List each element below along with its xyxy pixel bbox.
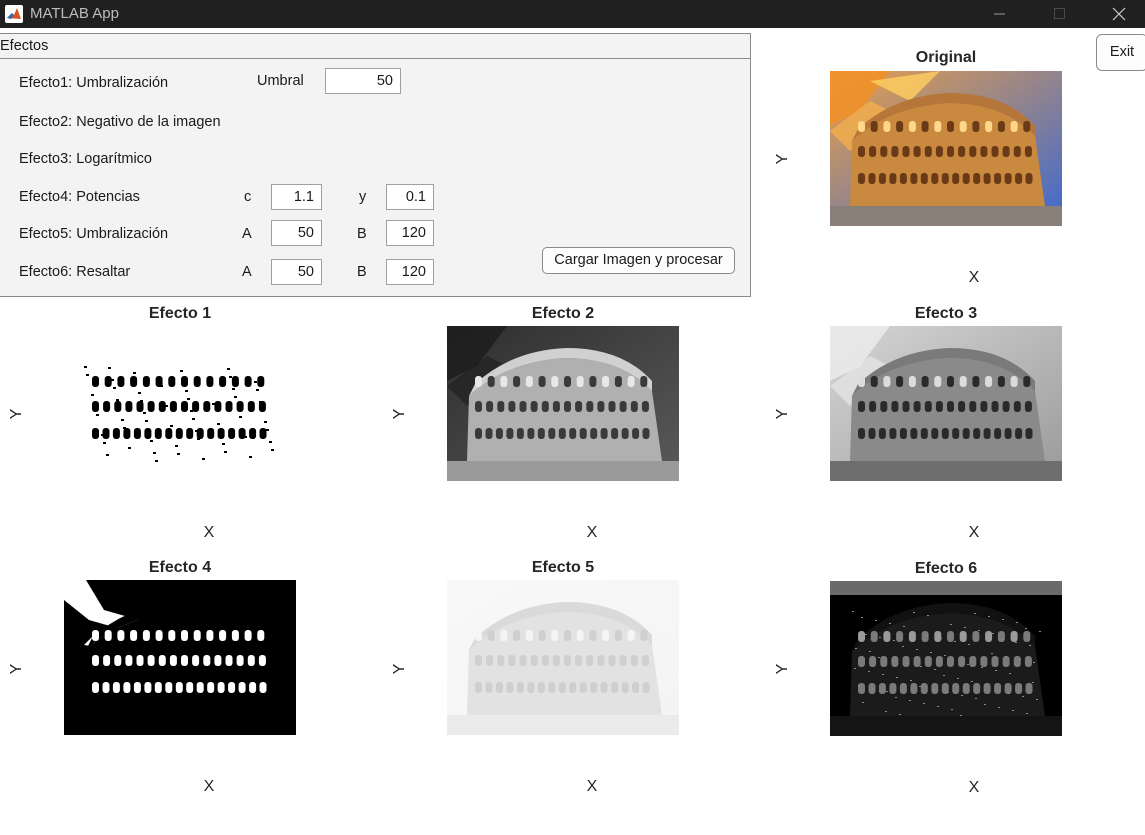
effects-panel: Efectos Efecto1: Umbralización Umbral 50…: [0, 33, 751, 297]
effect4-y-field[interactable]: 0.1: [386, 184, 434, 210]
efecto1-ylabel: Y: [8, 408, 25, 420]
maximize-button[interactable]: [1037, 0, 1083, 28]
efecto6-ylabel: Y: [774, 663, 791, 675]
effect5-label: Efecto5: Umbralización: [19, 226, 169, 242]
window-titlebar: MATLAB App: [0, 0, 1145, 28]
efecto2-image: [447, 326, 679, 481]
effect6-b-field[interactable]: 120: [386, 259, 434, 285]
load-process-button[interactable]: Cargar Imagen y procesar: [542, 247, 735, 274]
matlab-logo-icon: [5, 5, 23, 23]
efecto3-xlabel: X: [968, 524, 980, 541]
effect4-label: Efecto4: Potencias: [19, 189, 140, 205]
effect4-c-label: c: [244, 189, 252, 205]
panel-divider: [0, 58, 750, 59]
effect5-b-field[interactable]: 120: [386, 220, 434, 246]
minimize-icon: [994, 13, 1005, 15]
effect4-y-label: y: [359, 189, 367, 205]
efecto5-ylabel: Y: [391, 663, 408, 675]
effect5-a-label: A: [242, 226, 252, 242]
effect6-a-label: A: [242, 264, 252, 280]
efecto2-ylabel: Y: [391, 408, 408, 420]
window-title: MATLAB App: [30, 5, 119, 22]
efecto4-title: Efecto 4: [148, 559, 212, 576]
efecto5-image: [447, 580, 679, 735]
efecto6-title: Efecto 6: [914, 560, 978, 577]
efecto3-title: Efecto 3: [914, 305, 978, 322]
effect5-a-field[interactable]: 50: [271, 220, 322, 246]
original-ylabel: Y: [774, 153, 791, 165]
effect5-b-label: B: [357, 226, 367, 242]
close-button[interactable]: [1096, 0, 1142, 28]
umbral-field[interactable]: 50: [325, 68, 401, 94]
original-title: Original: [915, 49, 977, 66]
umbral-label: Umbral: [257, 73, 304, 89]
maximize-icon: [1054, 8, 1065, 19]
efecto2-xlabel: X: [586, 524, 598, 541]
efecto5-xlabel: X: [586, 778, 598, 795]
effect6-a-field[interactable]: 50: [271, 259, 322, 285]
efecto1-image: [64, 326, 296, 481]
efecto3-ylabel: Y: [774, 408, 791, 420]
effect6-b-label: B: [357, 264, 367, 280]
efecto1-title: Efecto 1: [148, 305, 212, 322]
effect3-label: Efecto3: Logarítmico: [19, 151, 152, 167]
close-icon: [1112, 7, 1126, 21]
original-xlabel: X: [968, 269, 980, 286]
effect6-label: Efecto6: Resaltar: [19, 264, 131, 280]
effect4-c-field[interactable]: 1.1: [271, 184, 322, 210]
exit-button[interactable]: Exit: [1096, 34, 1145, 71]
efecto4-image: [64, 580, 296, 735]
efecto3-image: [830, 326, 1062, 481]
effect2-label: Efecto2: Negativo de la imagen: [19, 114, 221, 130]
efecto5-title: Efecto 5: [531, 559, 595, 576]
efecto4-ylabel: Y: [8, 663, 25, 675]
efecto4-xlabel: X: [203, 778, 215, 795]
efecto1-xlabel: X: [203, 524, 215, 541]
panel-title: Efectos: [0, 38, 49, 54]
original-image: [830, 71, 1062, 226]
minimize-button[interactable]: [977, 0, 1023, 28]
efecto6-xlabel: X: [968, 779, 980, 796]
efecto6-image: [830, 581, 1062, 736]
efecto2-title: Efecto 2: [531, 305, 595, 322]
effect1-label: Efecto1: Umbralización: [19, 75, 169, 91]
